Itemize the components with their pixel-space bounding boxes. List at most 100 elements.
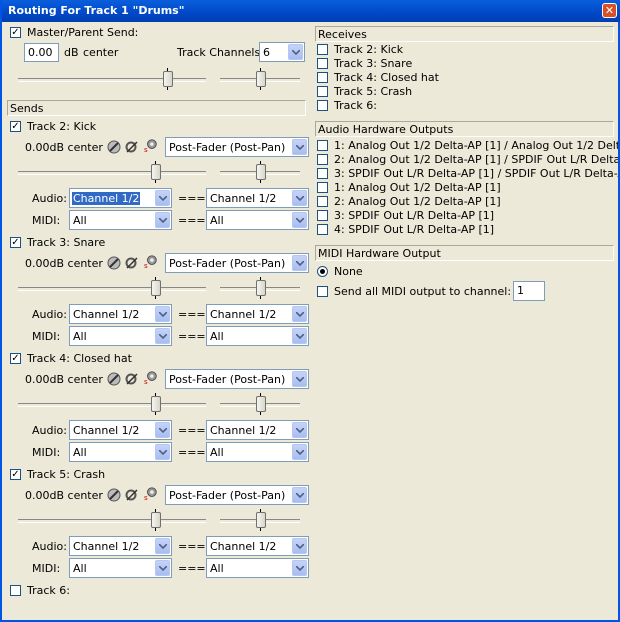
send-audio-src-select[interactable]: Channel 1/2	[69, 536, 172, 556]
routing-window: Routing For Track 1 "Drums" ✕ ✓ Master/P…	[0, 0, 620, 622]
mono-stereo-icon[interactable]: s	[144, 486, 158, 500]
phase-invert-icon[interactable]	[125, 256, 139, 270]
midi-send-all-label: Send all MIDI output to channel:	[334, 285, 512, 298]
receive-label: Track 4: Closed hat	[334, 71, 439, 84]
svg-text:s: s	[144, 378, 148, 384]
send-midi-label: MIDI:	[32, 446, 61, 459]
receive-label: Track 5: Crash	[334, 85, 413, 98]
send-audio-src-select-value: Channel 1/2	[73, 308, 140, 321]
receive-checkbox[interactable]	[317, 100, 328, 111]
master-send-checkbox[interactable]: ✓	[10, 27, 21, 38]
send-midi-dst-select[interactable]: All	[206, 210, 309, 230]
audio-hw-checkbox[interactable]	[317, 140, 328, 151]
send-pan-slider[interactable]	[220, 509, 300, 531]
receive-checkbox[interactable]	[317, 86, 328, 97]
send-checkbox[interactable]: ✓	[10, 353, 21, 364]
mono-stereo-icon[interactable]: s	[144, 370, 158, 384]
title-bar: Routing For Track 1 "Drums" ✕	[2, 0, 620, 22]
send-track-label: Track 4: Closed hat	[27, 352, 132, 365]
midi-send-all-checkbox[interactable]	[317, 286, 328, 297]
send-midi-src-select[interactable]: All	[69, 326, 172, 346]
master-volume-slider[interactable]	[18, 68, 206, 90]
master-pan-slider[interactable]	[220, 68, 300, 90]
mute-icon[interactable]	[107, 488, 121, 502]
send-pan-slider[interactable]	[220, 161, 300, 183]
send-midi-src-select[interactable]: All	[69, 558, 172, 578]
track-channels-select[interactable]: 6	[259, 42, 305, 62]
send-midi-src-select[interactable]: All	[69, 442, 172, 462]
send-audio-dst-select[interactable]: Channel 1/2	[206, 536, 309, 556]
send-midi-dst-select[interactable]: All	[206, 558, 309, 578]
send-audio-src-select[interactable]: Channel 1/2	[69, 188, 172, 208]
master-volume-input[interactable]: 0.00	[24, 43, 59, 62]
window-title: Routing For Track 1 "Drums"	[8, 4, 185, 17]
audio-hw-label: 4: SPDIF Out L/R Delta-AP [1]	[334, 223, 495, 236]
send-midi-label: MIDI:	[32, 330, 61, 343]
send-audio-dst-select[interactable]: Channel 1/2	[206, 304, 309, 324]
send-midi-label: MIDI:	[32, 214, 61, 227]
send-volume-slider[interactable]	[18, 277, 206, 299]
send-mode-select-value: Post-Fader (Post-Pan)	[169, 373, 286, 386]
send-midi-dst-select[interactable]: All	[206, 442, 309, 462]
midi-none-radio[interactable]	[317, 266, 328, 277]
audio-hw-checkbox[interactable]	[317, 210, 328, 221]
midi-channel-input[interactable]: 1	[513, 281, 545, 301]
send-volume-slider[interactable]	[18, 393, 206, 415]
send-audio-src-select-value: Channel 1/2	[73, 540, 140, 553]
send-audio-src-select[interactable]: Channel 1/2	[69, 420, 172, 440]
send-checkbox[interactable]: ✓	[10, 469, 21, 480]
audio-hw-checkbox[interactable]	[317, 168, 328, 179]
master-send-label: Master/Parent Send:	[27, 26, 139, 39]
send-track6-checkbox[interactable]	[10, 585, 21, 596]
chevron-down-icon	[292, 306, 307, 322]
audio-hw-checkbox[interactable]	[317, 154, 328, 165]
chevron-down-icon	[288, 44, 303, 60]
send-audio-dst-select[interactable]: Channel 1/2	[206, 420, 309, 440]
send-midi-src-select[interactable]: All	[69, 210, 172, 230]
chevron-down-icon	[292, 328, 307, 344]
send-audio-dst-select[interactable]: Channel 1/2	[206, 188, 309, 208]
send-volume-slider[interactable]	[18, 509, 206, 531]
phase-invert-icon[interactable]	[125, 488, 139, 502]
mute-icon[interactable]	[107, 372, 121, 386]
chevron-down-icon	[155, 328, 170, 344]
phase-invert-icon[interactable]	[125, 140, 139, 154]
send-mode-select-value: Post-Fader (Post-Pan)	[169, 257, 286, 270]
send-midi-src-select-value: All	[73, 214, 87, 227]
send-mode-select[interactable]: Post-Fader (Post-Pan)	[165, 253, 309, 273]
send-midi-src-select-value: All	[73, 330, 87, 343]
mute-icon[interactable]	[107, 256, 121, 270]
send-audio-dst-select-value: Channel 1/2	[210, 192, 277, 205]
receive-checkbox[interactable]	[317, 44, 328, 55]
audio-hw-label: 1: Analog Out 1/2 Delta-AP [1]	[334, 181, 501, 194]
send-track-label: Track 3: Snare	[27, 236, 106, 249]
send-volume-slider[interactable]	[18, 161, 206, 183]
send-volpan-text: 0.00dB center	[25, 373, 103, 386]
send-mode-select[interactable]: Post-Fader (Post-Pan)	[165, 485, 309, 505]
audio-hw-checkbox[interactable]	[317, 182, 328, 193]
audio-hw-checkbox[interactable]	[317, 224, 328, 235]
audio-hw-checkbox[interactable]	[317, 196, 328, 207]
receive-checkbox[interactable]	[317, 58, 328, 69]
mono-stereo-icon[interactable]: s	[144, 254, 158, 268]
send-mode-select[interactable]: Post-Fader (Post-Pan)	[165, 369, 309, 389]
send-pan-slider[interactable]	[220, 277, 300, 299]
send-track-label: Track 2: Kick	[27, 120, 97, 133]
phase-invert-icon[interactable]	[125, 372, 139, 386]
close-icon[interactable]: ✕	[602, 3, 617, 18]
chevron-down-icon	[292, 444, 307, 460]
chevron-down-icon	[292, 538, 307, 554]
send-audio-dst-select-value: Channel 1/2	[210, 424, 277, 437]
mute-icon[interactable]	[107, 140, 121, 154]
send-mode-select[interactable]: Post-Fader (Post-Pan)	[165, 137, 309, 157]
send-checkbox[interactable]: ✓	[10, 121, 21, 132]
send-checkbox[interactable]: ✓	[10, 237, 21, 248]
chevron-down-icon	[292, 487, 307, 503]
mono-stereo-icon[interactable]: s	[144, 138, 158, 152]
send-pan-slider[interactable]	[220, 393, 300, 415]
send-midi-dst-select-value: All	[210, 446, 224, 459]
send-audio-label: Audio:	[32, 308, 67, 321]
send-midi-dst-select[interactable]: All	[206, 326, 309, 346]
send-audio-src-select[interactable]: Channel 1/2	[69, 304, 172, 324]
receive-checkbox[interactable]	[317, 72, 328, 83]
